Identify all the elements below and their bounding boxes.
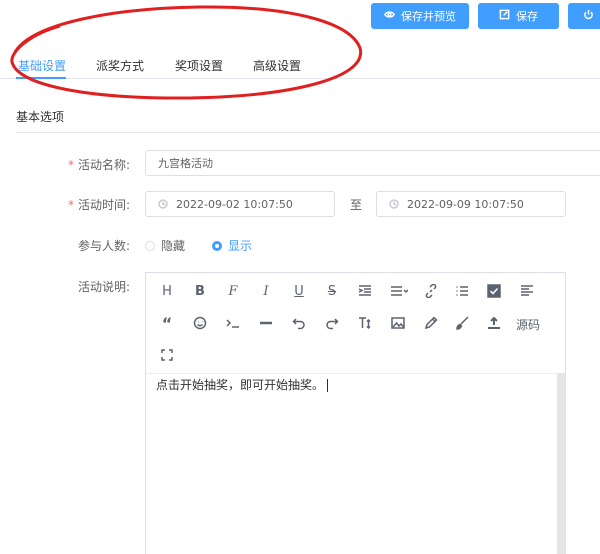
description-label: 活动说明: <box>77 280 130 294</box>
image-icon[interactable] <box>388 313 408 333</box>
time-separator: 至 <box>350 198 363 212</box>
clock-icon <box>158 199 168 209</box>
save-label: 保存 <box>516 10 538 23</box>
section-divider <box>16 132 600 133</box>
paragraph-icon[interactable] <box>517 281 537 301</box>
hr-icon[interactable] <box>256 313 276 333</box>
emoji-icon[interactable] <box>190 313 210 333</box>
rich-text-editor: H B F I U S “ 源码 点击开始抽奖，即可开始抽奖。 <box>145 272 566 554</box>
tab-prize-settings[interactable]: 奖项设置 <box>175 57 223 74</box>
text-size-icon[interactable] <box>355 313 375 333</box>
participants-label: 参与人数: <box>77 239 130 253</box>
editor-scrollbar[interactable] <box>557 373 565 554</box>
radio-hide[interactable]: 隐藏 <box>145 237 185 254</box>
save-and-preview-button[interactable]: 保存并预览 <box>371 3 469 29</box>
power-icon <box>583 9 594 23</box>
source-code-button[interactable]: 源码 <box>516 316 540 333</box>
activity-time-label-text: 活动时间: <box>77 198 130 212</box>
italic-icon[interactable]: I <box>256 281 276 301</box>
radio-show-label: 显示 <box>228 239 253 253</box>
text-caret <box>327 379 329 392</box>
clock-icon <box>389 199 399 209</box>
radio-circle <box>145 240 155 251</box>
quote-icon[interactable]: “ <box>157 313 177 333</box>
tab-basic-settings[interactable]: 基础设置 <box>18 57 66 74</box>
activity-time-label: * 活动时间: <box>68 196 130 213</box>
power-button[interactable] <box>568 3 600 29</box>
editor-content-text: 点击开始抽奖，即可开始抽奖。 <box>156 378 325 392</box>
required-mark: * <box>67 158 74 172</box>
edit-icon <box>499 9 510 23</box>
checkbox-icon[interactable] <box>484 281 504 301</box>
start-time-value: 2022-09-02 10:07:50 <box>176 197 293 211</box>
underline-icon[interactable]: U <box>289 281 309 301</box>
eye-icon <box>384 9 395 23</box>
radio-hide-label: 隐藏 <box>161 239 186 253</box>
list-icon[interactable] <box>452 281 472 301</box>
brush-icon[interactable] <box>452 313 472 333</box>
end-time-value: 2022-09-09 10:07:50 <box>407 197 524 211</box>
editor-toolbar: H B F I U S “ 源码 <box>146 273 565 374</box>
editor-content[interactable]: 点击开始抽奖，即可开始抽奖。 <box>156 376 329 393</box>
save-button[interactable]: 保存 <box>478 3 559 29</box>
upload-icon[interactable] <box>484 313 504 333</box>
bold-icon[interactable]: B <box>190 281 210 301</box>
settings-tabs: 基础设置 派奖方式 奖项设置 高级设置 <box>0 48 600 80</box>
radio-show[interactable]: 显示 <box>212 237 252 254</box>
redo-icon[interactable] <box>322 313 342 333</box>
indent-icon[interactable] <box>355 281 375 301</box>
save-and-preview-label: 保存并预览 <box>401 10 456 23</box>
activity-name-label-text: 活动名称: <box>77 158 130 172</box>
heading-icon[interactable]: H <box>157 281 177 301</box>
fullscreen-icon[interactable] <box>157 345 177 365</box>
end-time-picker[interactable]: 2022-09-09 10:07:50 <box>376 191 566 217</box>
strikethrough-icon[interactable]: S <box>322 281 342 301</box>
code-icon[interactable] <box>223 313 243 333</box>
tabs-divider <box>0 78 600 79</box>
section-title: 基本选项 <box>16 110 65 124</box>
required-mark: * <box>67 198 74 212</box>
undo-icon[interactable] <box>289 313 309 333</box>
align-icon[interactable] <box>386 281 412 301</box>
font-icon[interactable]: F <box>223 281 243 301</box>
link-icon[interactable] <box>421 281 441 301</box>
tab-award-method[interactable]: 派奖方式 <box>96 57 144 74</box>
start-time-picker[interactable]: 2022-09-02 10:07:50 <box>145 191 335 217</box>
radio-circle-checked <box>212 240 222 251</box>
activity-name-value: 九宫格活动 <box>158 157 213 170</box>
activity-name-label: * 活动名称: <box>68 156 130 173</box>
tab-advanced-settings[interactable]: 高级设置 <box>253 57 301 74</box>
active-tab-indicator <box>16 77 66 79</box>
activity-name-input[interactable]: 九宫格活动 <box>145 150 600 176</box>
pen-icon[interactable] <box>421 313 441 333</box>
